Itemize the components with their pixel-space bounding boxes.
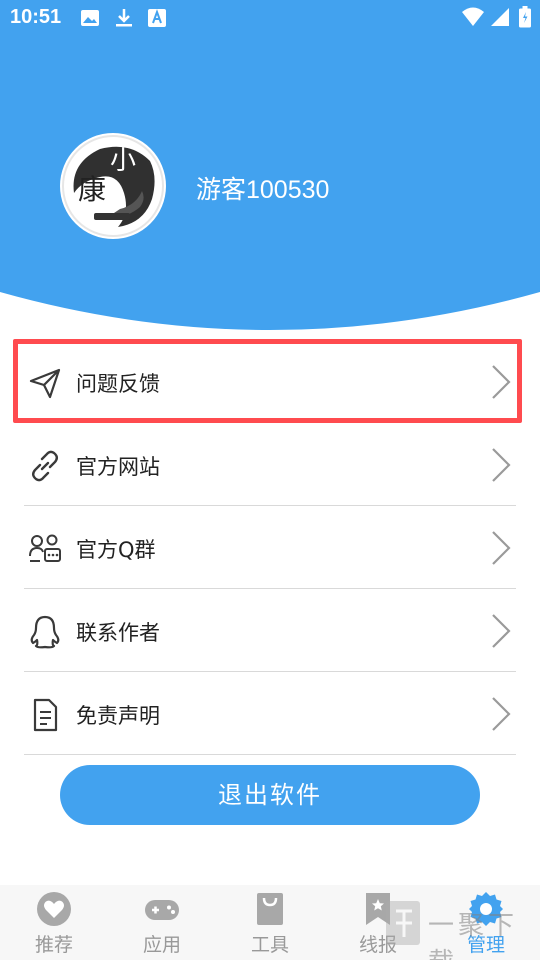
status-bar: 10:51 [0,0,540,36]
menu-label-contact-author: 联系作者 [76,621,160,645]
settings-menu: 问题反馈 官方网站 官方Q群 联系作者 免责声明 [24,340,516,755]
tab-apps[interactable]: 应用 [108,885,216,960]
link-icon [32,450,58,482]
watermark: 一聚下载 [380,893,540,960]
battery-icon [519,6,531,28]
avatar-logo: 小 康 [62,135,164,237]
tab-recommend[interactable]: 推荐 [0,885,108,960]
watermark-logo-icon [386,901,420,945]
signal-icon [491,8,509,26]
send-icon [29,368,61,399]
menu-label-feedback: 问题反馈 [76,372,160,396]
menu-item-disclaimer[interactable]: 免责声明 [24,672,516,755]
tab-label: 工具 [250,934,289,956]
chevron-right-icon [492,614,511,648]
tab-label: 推荐 [34,934,73,956]
wifi-icon [462,7,484,26]
font-icon [148,9,166,27]
profile-header: 10:51 小 康 游客100530 [0,0,540,340]
menu-item-qq-group[interactable]: 官方Q群 [24,506,516,589]
menu-item-website[interactable]: 官方网站 [24,423,516,506]
menu-label-qq-group: 官方Q群 [76,538,156,562]
logout-button[interactable]: 退出软件 [60,765,480,825]
heart-icon [37,892,71,926]
avatar-char-2: 康 [78,173,106,206]
document-icon [33,698,58,732]
download-icon [116,9,132,27]
menu-item-feedback[interactable]: 问题反馈 [24,340,516,423]
gamepad-icon [145,900,179,920]
status-time: 10:51 [10,6,62,28]
menu-label-website: 官方网站 [76,455,160,479]
avatar[interactable]: 小 康 [60,133,166,239]
username: 游客100530 [196,176,330,204]
tab-tools[interactable]: 工具 [216,885,324,960]
image-icon [81,10,99,26]
bag-icon [257,893,283,925]
avatar-char-1: 小 [110,146,136,176]
tab-label: 应用 [142,934,181,956]
chevron-right-icon [492,531,511,565]
qq-icon [30,615,60,649]
chevron-right-icon [492,365,511,399]
group-icon [29,534,61,562]
menu-item-contact-author[interactable]: 联系作者 [24,589,516,672]
chevron-right-icon [492,697,511,731]
watermark-text: 一聚下载 [428,911,519,960]
chevron-right-icon [492,448,511,482]
menu-label-disclaimer: 免责声明 [76,704,160,728]
